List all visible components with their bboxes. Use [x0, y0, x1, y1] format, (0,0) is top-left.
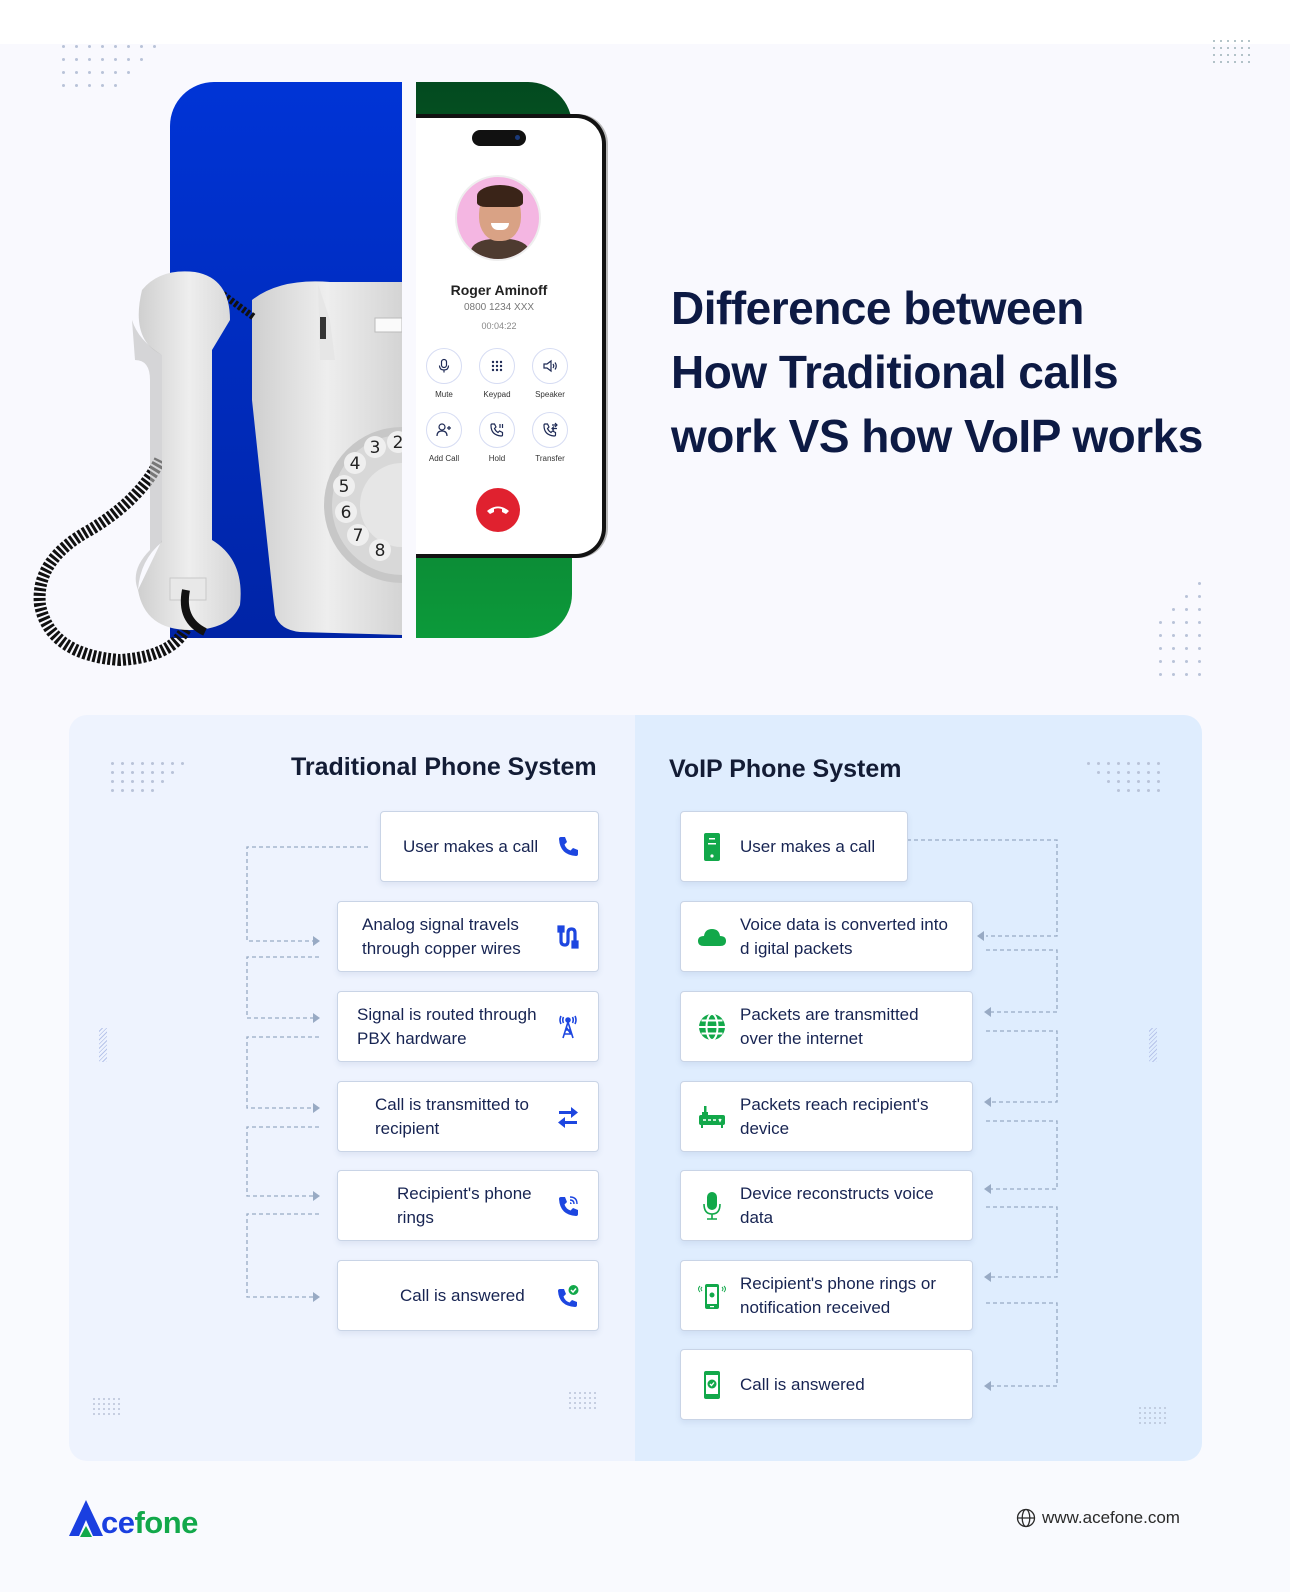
hold-label: Hold	[488, 454, 506, 463]
page-title: Difference between How Traditional calls…	[671, 282, 1203, 462]
voip-title: VoIP Phone System	[669, 755, 902, 783]
keypad-icon	[491, 360, 503, 372]
mute-label: Mute	[435, 390, 453, 399]
rotary-telephone-illustration: 2 3 4 5 6 7 8	[33, 271, 402, 667]
speaker-label: Speaker	[535, 390, 565, 399]
voip-step: Packets reach recipient's device	[680, 1081, 973, 1152]
transfer-arrows-icon	[558, 1106, 578, 1128]
transfer-icon	[543, 422, 558, 437]
microphone-icon	[438, 358, 450, 373]
add-call-label: Add Call	[428, 454, 460, 463]
keypad-label: Keypad	[483, 390, 511, 399]
phone-icon	[559, 836, 578, 856]
traditional-title: Traditional Phone System	[291, 753, 597, 781]
mobile-phone-icon	[704, 832, 720, 861]
cable-icon	[557, 924, 579, 949]
voip-step: Device reconstructs voice data	[680, 1170, 973, 1241]
decorative-dots	[569, 1392, 599, 1409]
dial-digit: 3	[370, 438, 381, 458]
transfer-label: Transfer	[535, 454, 565, 463]
dial-digit: 2	[393, 433, 402, 453]
traditional-step: Recipient's phone rings	[337, 1170, 599, 1241]
hold-icon	[490, 423, 504, 437]
voip-step: Voice data is converted into d igital pa…	[680, 901, 973, 972]
logo-a-mark-icon	[69, 1500, 103, 1537]
add-user-icon	[436, 423, 451, 437]
smartphone-call-screen: Roger Aminoff 0800 1234 XXX 00:04:22 Mut…	[416, 114, 606, 558]
traditional-step: Analog signal travels through copper wir…	[337, 901, 599, 972]
acefone-logo[interactable]: cefone	[69, 1500, 198, 1538]
dial-digit: 6	[341, 503, 352, 523]
decorative-dots	[1139, 1407, 1169, 1424]
cloud-icon	[698, 928, 726, 946]
phone-check-icon	[558, 1284, 579, 1307]
speaker-button[interactable]	[532, 348, 568, 384]
voip-step: User makes a call	[680, 811, 908, 882]
call-duration: 00:04:22	[481, 321, 517, 331]
comparison-panel: Traditional Phone System VoIP Phone Syst…	[69, 715, 1202, 1461]
speaker-icon	[543, 359, 557, 373]
decorative-stripes	[99, 1028, 107, 1062]
hangup-icon	[487, 506, 509, 514]
dial-digit: 4	[350, 454, 361, 474]
antenna-tower-icon	[559, 1015, 577, 1038]
website-link[interactable]: www.acefone.com	[1016, 1508, 1180, 1528]
phone-notch	[472, 130, 526, 146]
mobile-check-icon	[704, 1370, 720, 1399]
caller-avatar	[455, 175, 541, 261]
decorative-dots	[1213, 40, 1255, 63]
decorative-dots	[1159, 582, 1211, 676]
voip-step: Call is answered	[680, 1349, 973, 1420]
add-call-button[interactable]	[426, 412, 462, 448]
dial-digit: 8	[375, 541, 386, 561]
globe-icon	[699, 1012, 725, 1041]
decorative-stripes	[1149, 1028, 1157, 1062]
transfer-button[interactable]	[532, 412, 568, 448]
decorative-dots	[62, 45, 166, 87]
router-icon	[699, 1105, 725, 1128]
phone-ringing-icon	[559, 1195, 578, 1216]
mute-button[interactable]	[426, 348, 462, 384]
traditional-step: Call is answered	[337, 1260, 599, 1331]
hangup-button[interactable]	[476, 488, 520, 532]
mobile-ringing-icon	[698, 1283, 726, 1309]
voip-step: Packets are transmitted over the interne…	[680, 991, 973, 1062]
traditional-step: Signal is routed through PBX hardware	[337, 991, 599, 1062]
caller-number: 0800 1234 XXX	[463, 302, 535, 313]
decorative-dots	[1087, 762, 1167, 792]
traditional-step: User makes a call	[380, 811, 599, 882]
dial-digit: 7	[353, 526, 364, 546]
decorative-dots	[93, 1398, 123, 1415]
hold-button[interactable]	[479, 412, 515, 448]
caller-name: Roger Aminoff	[450, 282, 548, 298]
globe-icon	[1016, 1508, 1036, 1528]
decorative-dots	[111, 762, 191, 792]
traditional-step: Call is transmitted to recipient	[337, 1081, 599, 1152]
dial-digit: 5	[339, 477, 350, 497]
voip-step: Recipient's phone rings or notification …	[680, 1260, 973, 1331]
microphone-icon	[703, 1191, 721, 1220]
keypad-button[interactable]	[479, 348, 515, 384]
